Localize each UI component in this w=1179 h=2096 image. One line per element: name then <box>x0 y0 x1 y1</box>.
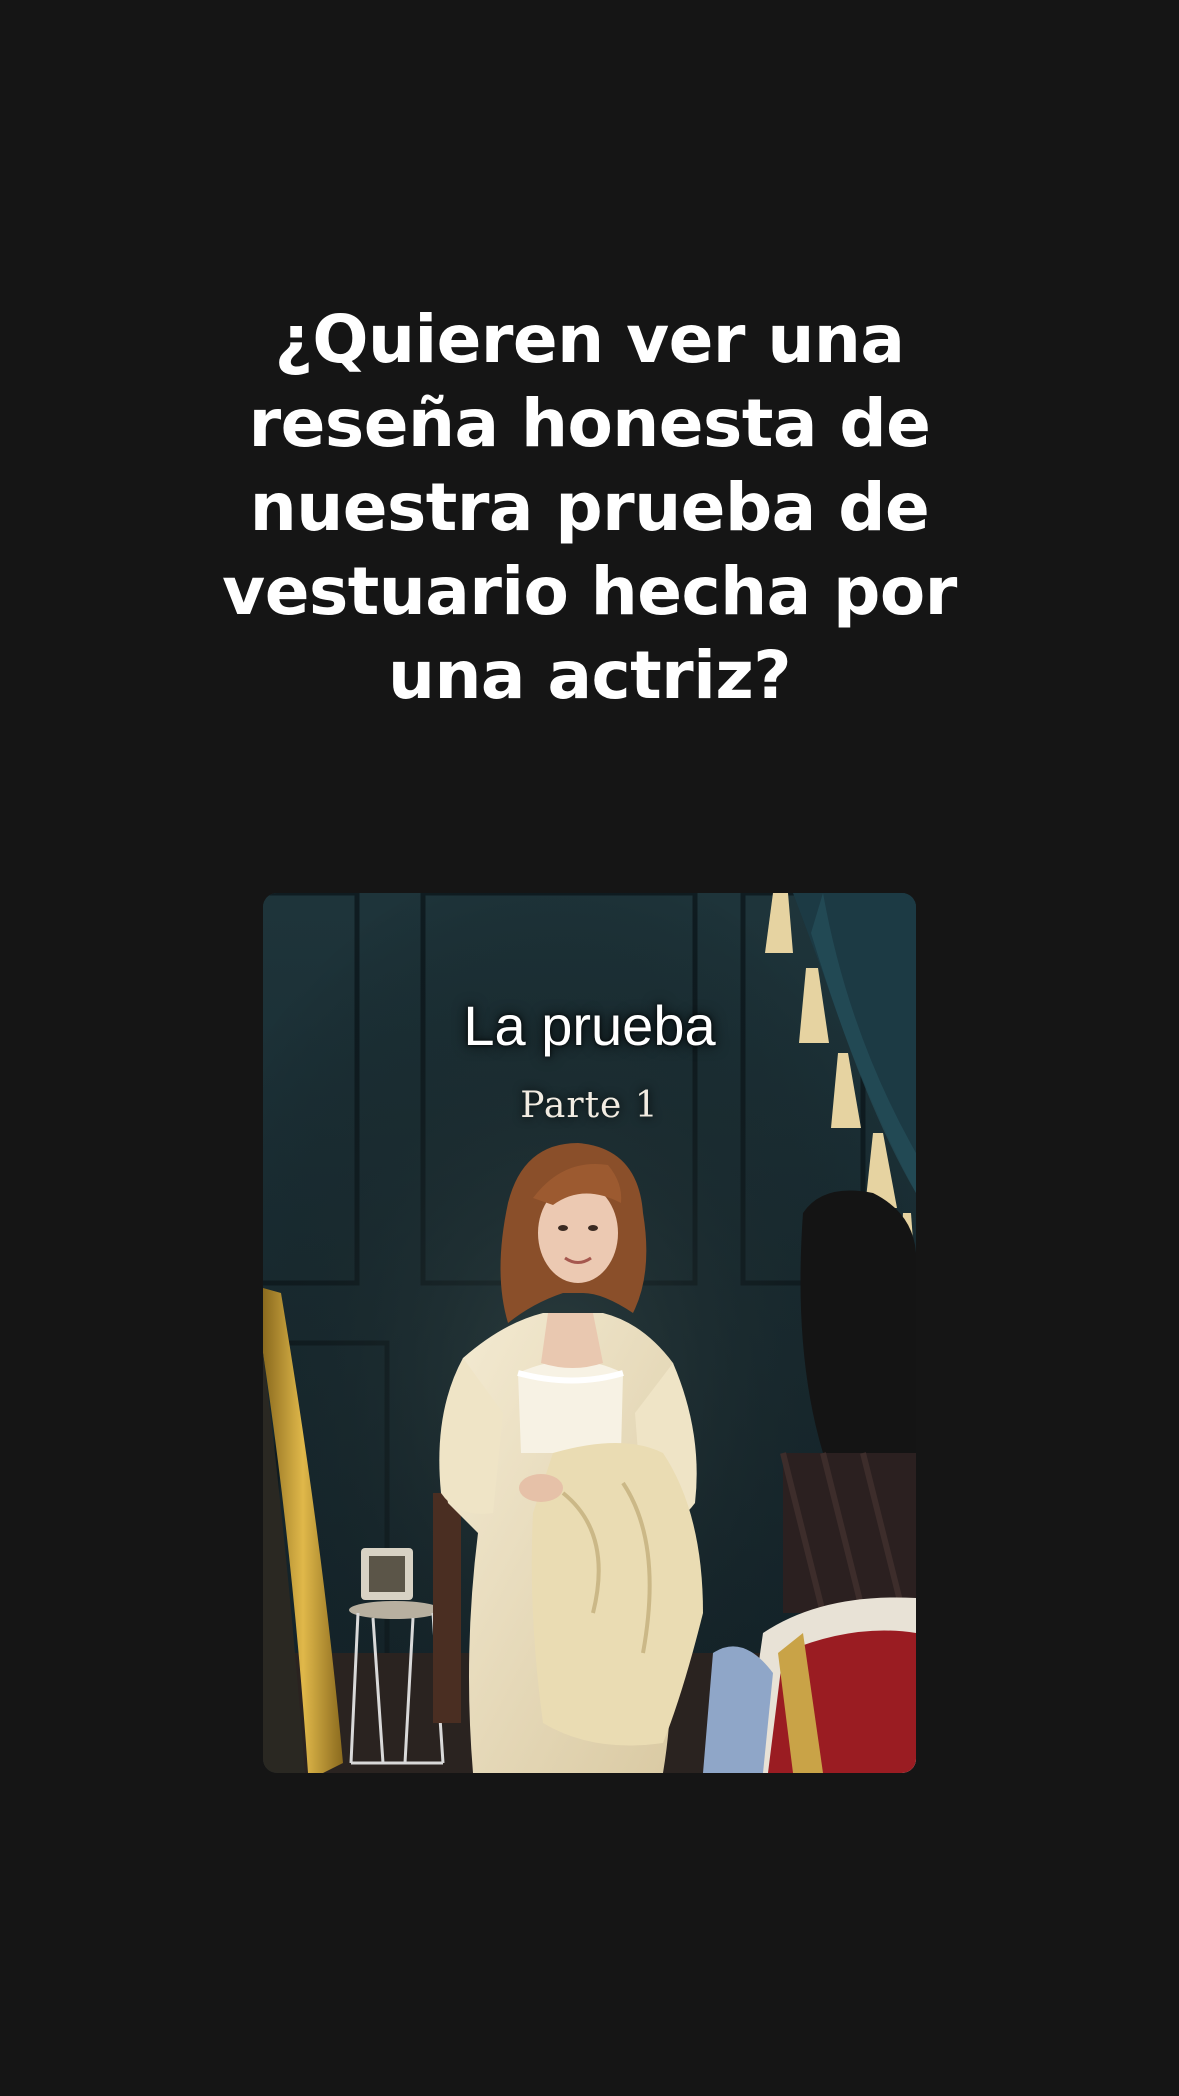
headline: ¿Quieren ver una reseña honesta de nuest… <box>0 298 1179 718</box>
headline-line: vestuario hecha por <box>222 553 957 630</box>
video-subtitle: Parte 1 <box>520 1085 659 1126</box>
headline-line: una actriz? <box>387 637 792 714</box>
video-thumbnail[interactable]: La prueba Parte 1 <box>263 893 916 1773</box>
video-title: La prueba <box>463 994 716 1057</box>
headline-line: nuestra prueba de <box>249 469 930 546</box>
headline-line: reseña honesta de <box>248 385 931 462</box>
headline-line: ¿Quieren ver una <box>274 301 905 378</box>
